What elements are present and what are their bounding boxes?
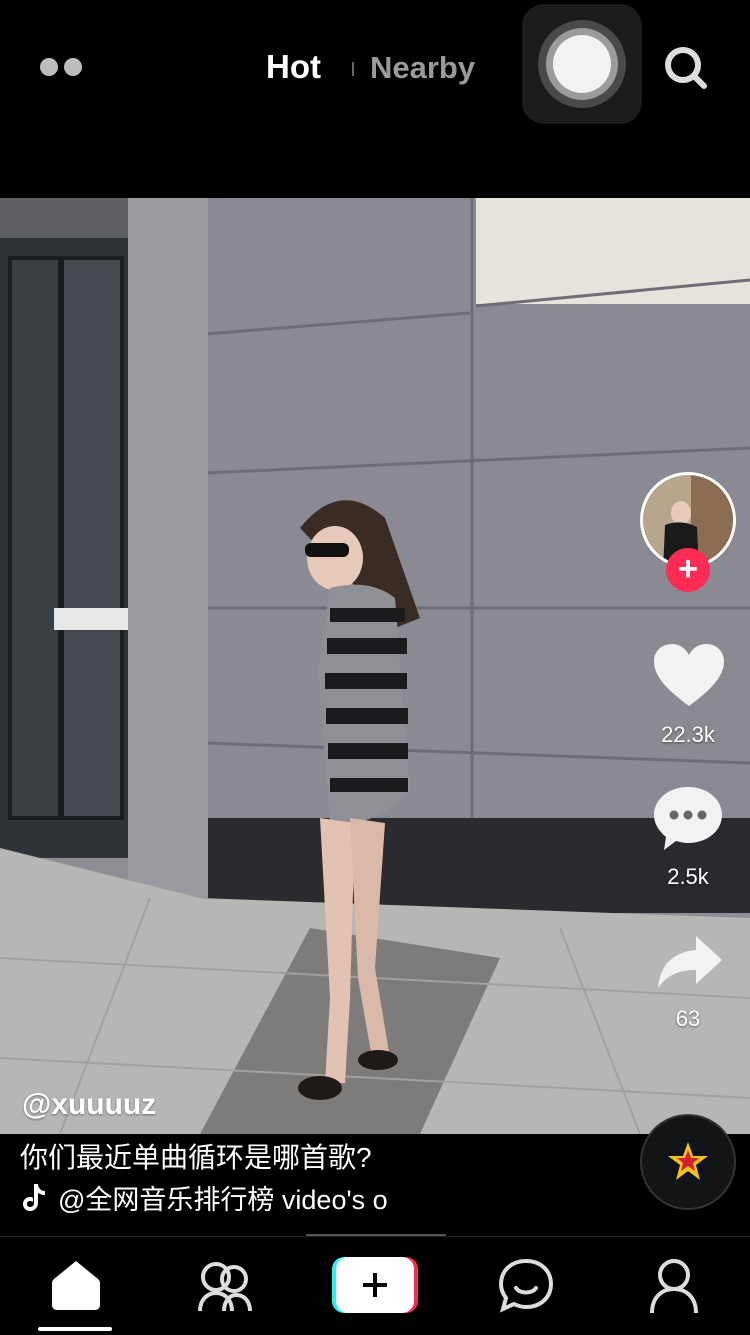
tab-divider (352, 62, 354, 76)
assistive-touch-icon[interactable] (522, 4, 642, 124)
music-disc[interactable] (640, 1114, 736, 1210)
share-icon[interactable] (656, 934, 724, 988)
profile-icon[interactable] (644, 1255, 704, 1315)
star-logo-icon (668, 1142, 708, 1180)
home-icon[interactable] (46, 1255, 106, 1315)
friends-icon[interactable] (194, 1255, 254, 1315)
heart-icon[interactable] (652, 642, 726, 708)
tab-nearby[interactable]: Nearby (370, 50, 475, 86)
top-bar: Hot Nearby (0, 0, 750, 200)
tab-hot[interactable]: Hot (266, 48, 321, 86)
author-username[interactable]: @xuuuuz (22, 1088, 156, 1122)
tiktok-note-icon (23, 1184, 45, 1211)
music-title: @全网音乐排行榜 video's o (58, 1184, 388, 1215)
bottom-tab-bar (0, 1236, 750, 1335)
follow-button[interactable]: + (666, 548, 710, 592)
video-caption: 你们最近单曲循环是哪首歌? (20, 1142, 372, 1173)
comment-icon[interactable] (652, 784, 724, 854)
create-icon[interactable] (332, 1257, 418, 1313)
search-icon[interactable] (662, 44, 710, 92)
share-count: 63 (675, 1006, 701, 1031)
dots-menu-icon[interactable] (40, 58, 82, 76)
music-row[interactable]: @全网音乐排行榜 video's o (22, 1180, 428, 1215)
active-tab-indicator (38, 1327, 112, 1331)
video-frame-image (0, 198, 750, 1134)
messages-icon[interactable] (496, 1255, 556, 1315)
video-player[interactable] (0, 198, 750, 1134)
like-count: 22.3k (661, 722, 715, 747)
comment-count: 2.5k (667, 864, 709, 889)
